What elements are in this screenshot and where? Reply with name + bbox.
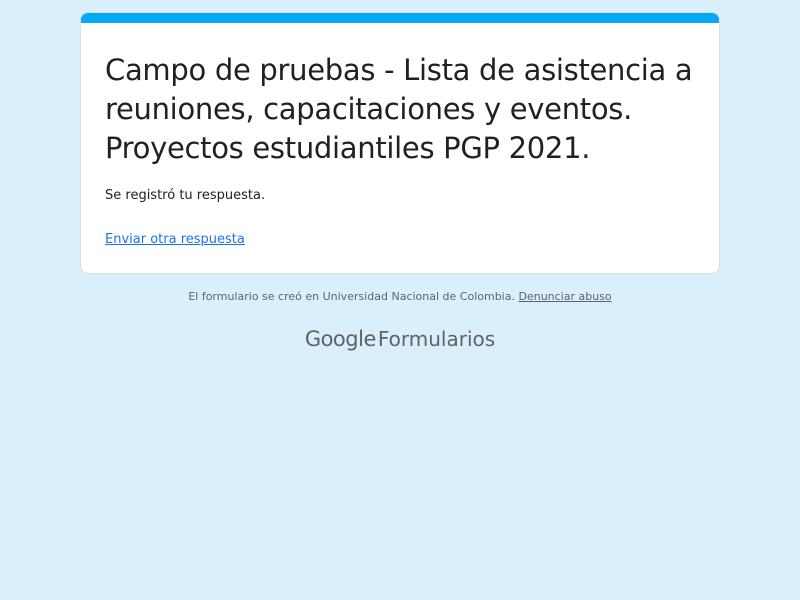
- form-created-by-text: El formulario se creó en Universidad Nac…: [188, 290, 519, 303]
- report-abuse-link[interactable]: Denunciar abuso: [518, 290, 611, 303]
- form-card: Campo de pruebas - Lista de asistencia a…: [80, 12, 720, 274]
- footer-note: El formulario se creó en Universidad Nac…: [0, 289, 800, 305]
- card-accent-bar: [81, 13, 719, 23]
- submit-another-response-link[interactable]: Enviar otra respuesta: [105, 231, 245, 249]
- google-forms-logo[interactable]: Google Formularios: [0, 324, 800, 354]
- confirmation-message: Se registró tu respuesta.: [105, 188, 266, 203]
- form-title: Campo de pruebas - Lista de asistencia a…: [105, 53, 693, 165]
- brand-product-name: Formularios: [377, 327, 496, 351]
- brand-google-wordmark: Google: [304, 327, 377, 351]
